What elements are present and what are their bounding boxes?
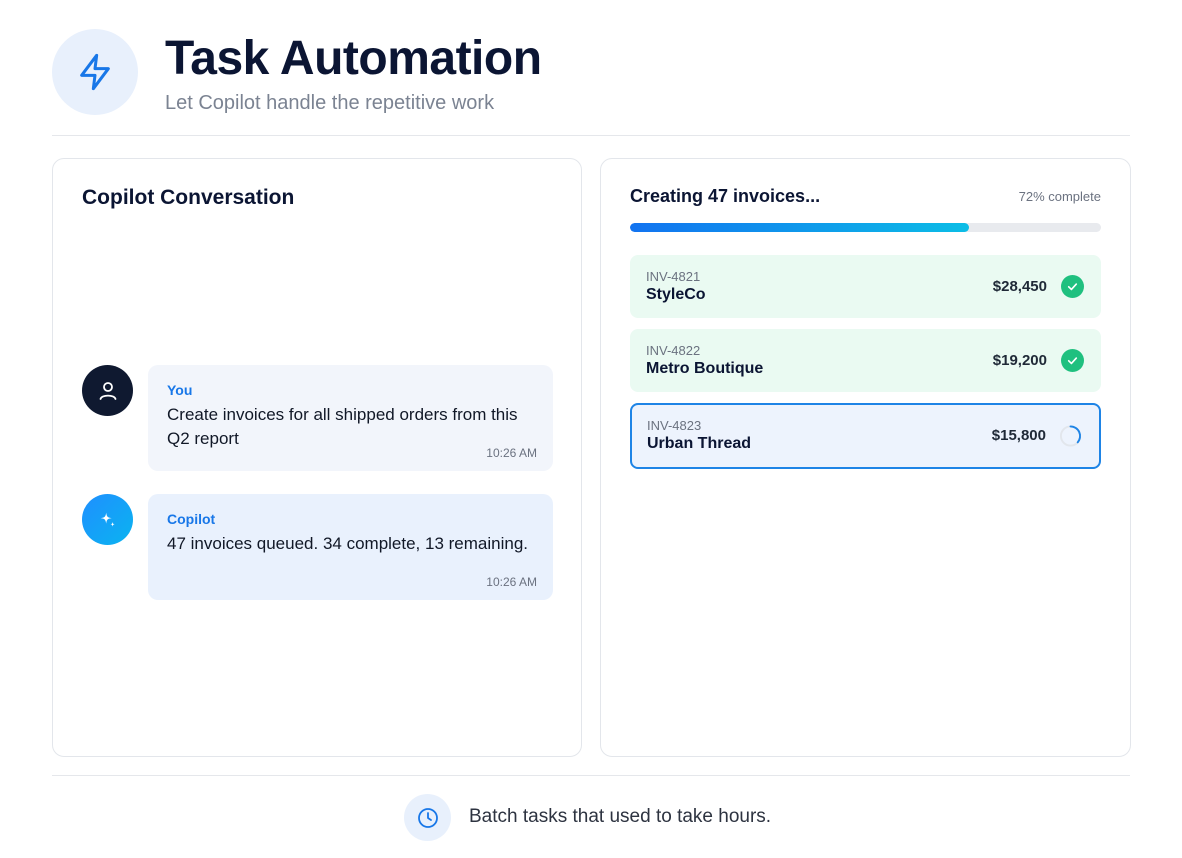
invoice-customer: Urban Thread xyxy=(647,435,752,452)
invoice-customer: Metro Boutique xyxy=(646,360,764,377)
clock-icon xyxy=(404,794,451,841)
message-bubble: You Create invoices for all shipped orde… xyxy=(148,365,553,471)
invoice-amount: $15,800 xyxy=(991,427,1046,444)
message-sender: Copilot xyxy=(167,511,216,527)
sparkle-icon xyxy=(100,512,115,527)
spinner-icon xyxy=(1059,424,1082,447)
message-sender: You xyxy=(167,382,193,398)
check-icon xyxy=(1061,275,1084,298)
invoice-row[interactable]: INV-4821 StyleCo $28,450 xyxy=(630,255,1101,318)
invoice-amount: $19,200 xyxy=(992,352,1047,369)
message-text: 47 invoices queued. 34 complete, 13 rema… xyxy=(167,534,529,553)
invoice-id: INV-4823 xyxy=(647,418,702,433)
message-text: Create invoices for all shipped orders f… xyxy=(167,405,518,448)
invoice-customer: StyleCo xyxy=(646,286,706,303)
message-time: 10:26 AM xyxy=(486,446,537,460)
progress-bar-fill xyxy=(630,223,970,232)
invoice-row-active[interactable]: INV-4823 Urban Thread $15,800 xyxy=(630,403,1101,469)
user-icon xyxy=(99,381,116,400)
invoice-row[interactable]: INV-4822 Metro Boutique $19,200 xyxy=(630,329,1101,392)
user-avatar xyxy=(82,365,133,416)
message-time: 10:26 AM xyxy=(486,575,537,589)
invoice-id: INV-4822 xyxy=(646,343,701,358)
progress-percent: 72% complete xyxy=(1018,189,1101,204)
progress-title: Creating 47 invoices... xyxy=(630,186,821,206)
copilot-avatar xyxy=(82,494,133,545)
footer-tagline: Batch tasks that used to take hours. xyxy=(469,806,772,827)
invoice-amount: $28,450 xyxy=(992,278,1047,295)
footer-divider xyxy=(52,775,1130,776)
conversation-title: Copilot Conversation xyxy=(82,186,295,209)
invoice-progress-panel: Creating 47 invoices... 72% complete INV… xyxy=(600,158,1131,757)
message-bubble: Copilot 47 invoices queued. 34 complete,… xyxy=(148,494,553,600)
invoice-id: INV-4821 xyxy=(646,269,701,284)
conversation-panel: Copilot Conversation You Create invoices… xyxy=(52,158,582,757)
page-title: Task Automation xyxy=(165,32,542,85)
progress-bar xyxy=(630,223,1101,232)
lightning-bolt-icon xyxy=(52,29,138,115)
message-user: You Create invoices for all shipped orde… xyxy=(82,365,553,471)
page-subtitle: Let Copilot handle the repetitive work xyxy=(165,92,495,114)
message-copilot: Copilot 47 invoices queued. 34 complete,… xyxy=(82,494,553,600)
page-header: Task Automation Let Copilot handle the r… xyxy=(52,29,1130,136)
check-icon xyxy=(1061,349,1084,372)
